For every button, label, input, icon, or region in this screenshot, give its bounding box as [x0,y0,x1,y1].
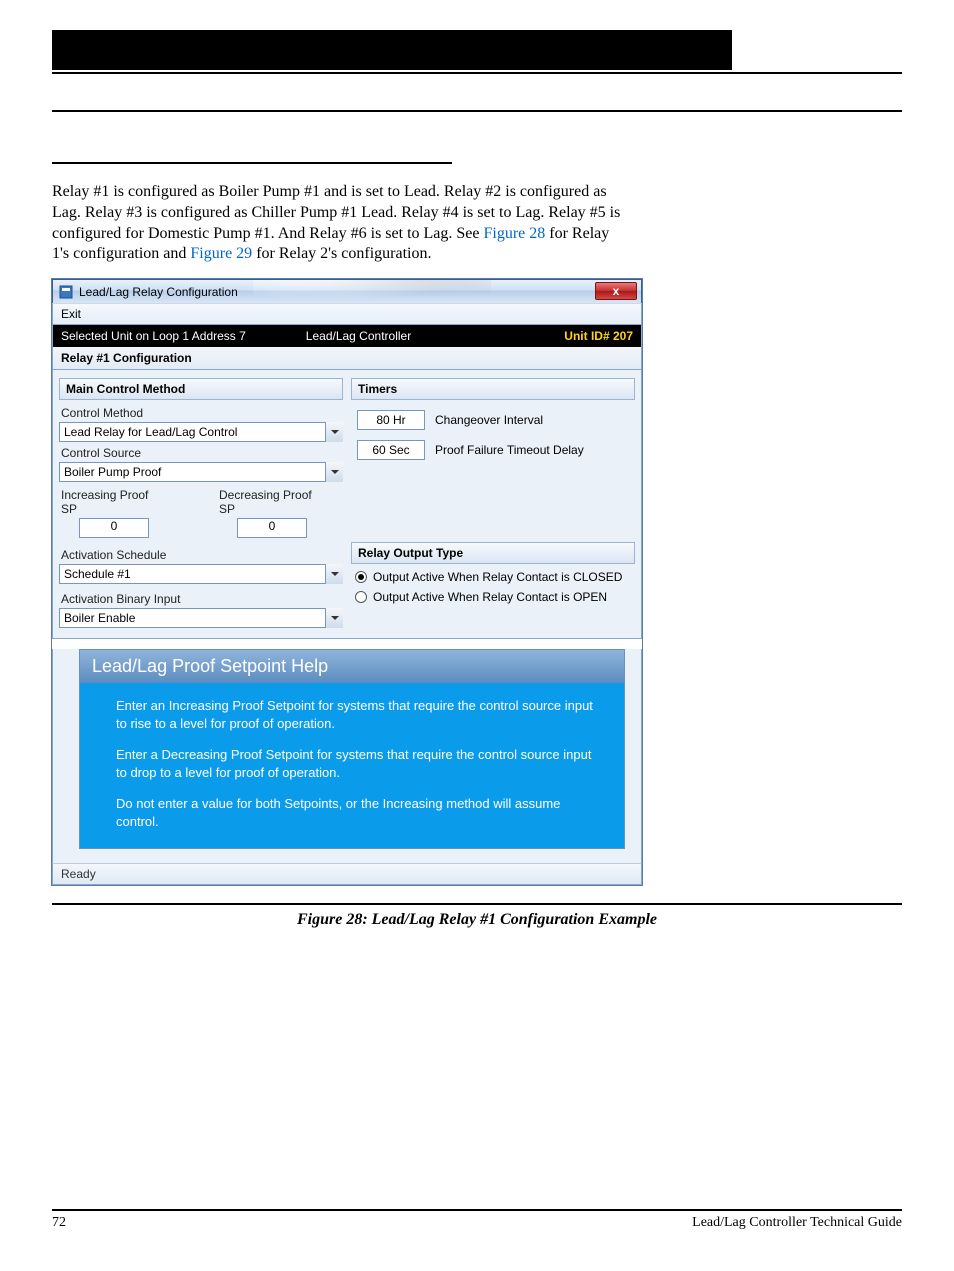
changeover-label: Changeover Interval [435,413,543,427]
activation-schedule-label: Activation Schedule [61,548,341,562]
menu-exit[interactable]: Exit [61,307,81,321]
output-open-label: Output Active When Relay Contact is OPEN [373,590,607,604]
help-title: Lead/Lag Proof Setpoint Help [80,650,624,683]
menubar: Exit [52,303,642,325]
activation-schedule-select[interactable] [59,564,343,584]
control-method-label: Control Method [61,406,341,420]
help-paragraph-2: Enter a Decreasing Proof Setpoint for sy… [116,746,600,781]
proof-delay-label: Proof Failure Timeout Delay [435,443,584,457]
status-text: Ready [61,867,96,881]
chevron-down-icon [325,564,343,584]
control-source-value[interactable] [59,462,343,482]
right-column: Timers 80 Hr Changeover Interval 60 Sec … [351,378,635,628]
figure-28-link[interactable]: Figure 28 [483,225,545,242]
chevron-down-icon [325,608,343,628]
body-paragraph: Relay #1 is configured as Boiler Pump #1… [52,182,622,265]
strip-selected-unit: Selected Unit on Loop 1 Address 7 [61,329,246,343]
dialog-window: Lead/Lag Relay Configuration x Exit Sele… [52,279,642,885]
timers-header: Timers [351,378,635,400]
footer-rule [52,1209,902,1211]
control-source-label: Control Source [61,446,341,460]
control-source-select[interactable] [59,462,343,482]
decreasing-sp-label: Decreasing Proof SP [219,488,325,516]
footer-doc-title: Lead/Lag Controller Technical Guide [692,1215,902,1231]
footer-page-number: 72 [52,1215,66,1231]
relay-config-title: Relay #1 Configuration [52,347,642,370]
strip-controller: Lead/Lag Controller [306,329,411,343]
close-icon: x [613,284,620,298]
titlebar[interactable]: Lead/Lag Relay Configuration x [52,279,642,303]
increasing-sp-value[interactable]: 0 [79,518,149,538]
relay-output-header: Relay Output Type [351,542,635,564]
output-open-option[interactable]: Output Active When Relay Contact is OPEN [355,590,635,604]
help-panel: Lead/Lag Proof Setpoint Help Enter an In… [79,649,625,849]
increasing-sp-label: Increasing Proof SP [61,488,167,516]
changeover-value[interactable]: 80 Hr [357,410,425,430]
titlebar-glare [253,280,491,303]
dialog-body: Main Control Method Control Method Contr… [52,370,642,639]
help-paragraph-3: Do not enter a value for both Setpoints,… [116,795,600,830]
sub-rule [52,162,452,164]
header-rule [52,72,902,74]
page-footer: 72 Lead/Lag Controller Technical Guide [52,1215,902,1231]
main-control-header: Main Control Method [59,378,343,400]
activation-binary-select[interactable] [59,608,343,628]
activation-binary-value[interactable] [59,608,343,628]
status-bar: Ready [52,863,642,885]
output-closed-option[interactable]: Output Active When Relay Contact is CLOS… [355,570,635,584]
decreasing-sp-value[interactable]: 0 [237,518,307,538]
figure-29-link[interactable]: Figure 29 [190,245,252,262]
page-header-banner [52,30,732,70]
proof-delay-value[interactable]: 60 Sec [357,440,425,460]
window-title: Lead/Lag Relay Configuration [79,285,238,299]
left-column: Main Control Method Control Method Contr… [59,378,343,628]
radio-unselected-icon [355,591,367,603]
strip-unit-id: Unit ID# 207 [564,329,633,343]
help-body: Enter an Increasing Proof Setpoint for s… [80,683,624,848]
body-text-3: for Relay 2's configuration. [256,245,431,262]
info-strip: Selected Unit on Loop 1 Address 7 Lead/L… [52,325,642,347]
section-rule [52,110,902,112]
close-button[interactable]: x [595,282,637,300]
activation-binary-label: Activation Binary Input [61,592,341,606]
control-method-select[interactable] [59,422,343,442]
help-paragraph-1: Enter an Increasing Proof Setpoint for s… [116,697,600,732]
chevron-down-icon [325,422,343,442]
radio-selected-icon [355,571,367,583]
figure-caption: Figure 28: Lead/Lag Relay #1 Configurati… [297,911,657,929]
control-method-value[interactable] [59,422,343,442]
activation-schedule-value[interactable] [59,564,343,584]
app-icon [59,285,73,299]
output-closed-label: Output Active When Relay Contact is CLOS… [373,570,622,584]
chevron-down-icon [325,462,343,482]
